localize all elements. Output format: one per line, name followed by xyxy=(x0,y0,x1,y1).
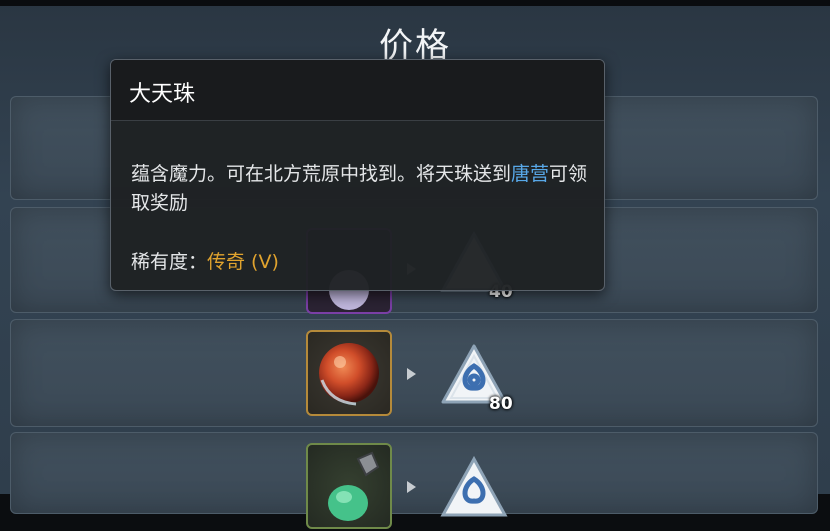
triskelion-token-icon xyxy=(440,455,508,517)
location-link[interactable]: 唐营 xyxy=(511,163,549,185)
rarity-value: 传奇 (V) xyxy=(207,251,279,273)
price-row[interactable] xyxy=(10,432,818,529)
tooltip-description: 蕴含魔力。可在北方荒原中找到。将天珠送到唐营可领取奖励 xyxy=(131,160,591,218)
price-value: 80 xyxy=(489,394,513,414)
arrow-icon xyxy=(407,481,416,493)
desc-text: 蕴含魔力。可在北方荒原中找到。将天珠送到 xyxy=(131,163,512,185)
tooltip-title: 大天珠 xyxy=(129,82,196,107)
top-bar xyxy=(0,0,830,6)
item-slot[interactable] xyxy=(306,330,392,416)
arrow-icon xyxy=(407,368,416,380)
shop-screen: 价格 40 80 大天珠 蕴含魔力。可在北方荒原中找到。将天珠送到唐营可领取奖励… xyxy=(0,0,830,529)
item-slot[interactable] xyxy=(306,443,392,529)
item-tooltip: 大天珠 蕴含魔力。可在北方荒原中找到。将天珠送到唐营可领取奖励 稀有度：传奇 (… xyxy=(110,59,605,291)
rarity-line: 稀有度：传奇 (V) xyxy=(131,247,279,274)
red-orb-icon xyxy=(319,343,379,406)
rarity-label: 稀有度： xyxy=(131,251,208,273)
green-potion-icon xyxy=(328,451,380,521)
price-row[interactable]: 80 xyxy=(10,319,818,427)
